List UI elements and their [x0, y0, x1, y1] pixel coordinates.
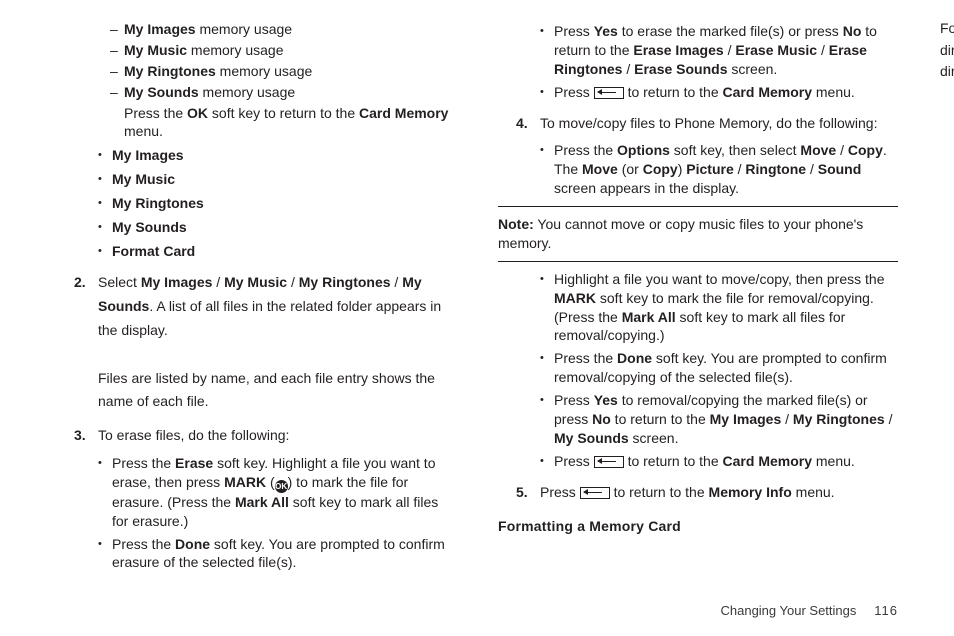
- menu-bullet: •My Sounds: [56, 218, 456, 237]
- back-icon: [594, 456, 624, 468]
- memory-usage-item: –My Music memory usage: [56, 41, 456, 60]
- menu-bullet: •Format Card: [56, 242, 456, 261]
- memory-usage-item: –My Ringtones memory usage: [56, 62, 456, 81]
- step-4d: • Press Yes to removal/copying the marke…: [498, 391, 898, 448]
- press-ok-line: Press the OK soft key to return to the C…: [56, 104, 456, 142]
- step-2: 2. Select My Images / My Music / My Ring…: [56, 271, 456, 414]
- page-number: 116: [860, 602, 898, 620]
- step-3c: • Press Yes to erase the marked file(s) …: [498, 22, 898, 79]
- step-4c: • Press the Done soft key. You are promp…: [498, 349, 898, 387]
- manual-page: –My Images memory usage –My Music memory…: [0, 0, 954, 636]
- formatting-paragraph: Formatting a microSD Memory Card erases …: [940, 18, 954, 83]
- memory-usage-item: –My Images memory usage: [56, 20, 456, 39]
- step-3a: • Press the Erase soft key. Highlight a …: [56, 454, 456, 531]
- step-5: 5. Press to return to the Memory Info me…: [498, 481, 898, 505]
- footer-section-title: Changing Your Settings: [720, 603, 856, 618]
- heading-formatting-memory-card: Formatting a Memory Card: [498, 517, 898, 536]
- step-3d: • Press to return to the Card Memory men…: [498, 83, 898, 102]
- memory-usage-item: –My Sounds memory usage: [56, 83, 456, 102]
- note: Note: You cannot move or copy music file…: [498, 215, 898, 253]
- note-separator: [498, 261, 898, 262]
- two-column-flow: –My Images memory usage –My Music memory…: [56, 18, 898, 588]
- page-footer: Changing Your Settings 116: [720, 602, 898, 620]
- menu-bullet: •My Images: [56, 146, 456, 165]
- step-4a: • Press the Options soft key, then selec…: [498, 141, 898, 198]
- step-4e: • Press to return to the Card Memory men…: [498, 452, 898, 471]
- menu-bullet: •My Music: [56, 170, 456, 189]
- back-icon: [594, 87, 624, 99]
- step-4b: • Highlight a file you want to move/copy…: [498, 270, 898, 346]
- ok-icon: OK: [275, 480, 288, 493]
- step-4: 4. To move/copy files to Phone Memory, d…: [498, 112, 898, 136]
- back-icon: [580, 487, 610, 499]
- menu-bullet: •My Ringtones: [56, 194, 456, 213]
- step-3: 3. To erase files, do the following:: [56, 424, 456, 448]
- note-separator: [498, 206, 898, 207]
- step-3b: • Press the Done soft key. You are promp…: [56, 535, 456, 573]
